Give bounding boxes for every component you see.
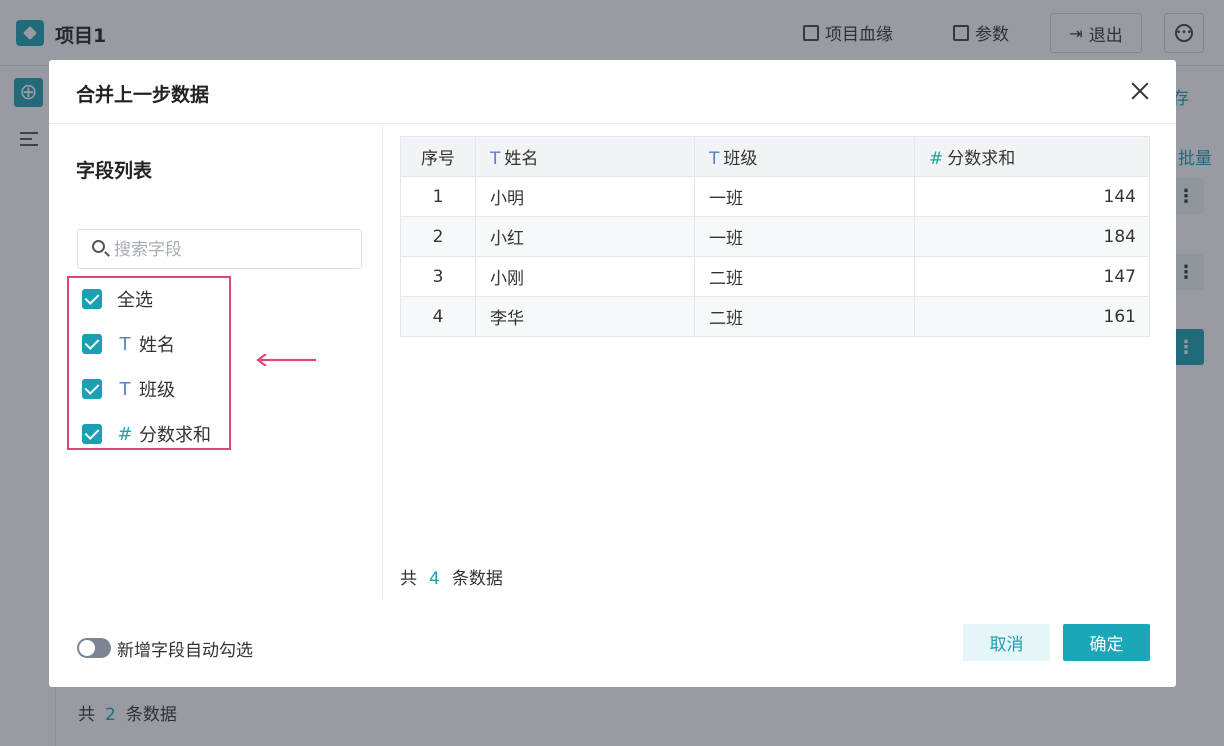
auto-select-label: 新增字段自动勾选 [117, 641, 253, 661]
field-checkbox[interactable] [82, 334, 102, 354]
select-all-checkbox[interactable] [82, 289, 102, 309]
table-cell: 3 [400, 256, 476, 297]
table-cell: 一班 [694, 216, 915, 257]
table-row: 1 小明 一班 144 [400, 176, 1150, 217]
select-all-label: 全选 [117, 290, 153, 311]
table-cell: 小明 [475, 176, 695, 217]
row-count: 共 4 条数据 [400, 564, 503, 589]
text-type-icon: T [490, 149, 501, 169]
column-header-index: 序号 [400, 136, 476, 177]
column-header-name: T 姓名 [475, 136, 695, 177]
table-cell: 小刚 [475, 256, 695, 297]
table-cell: 147 [914, 256, 1150, 297]
table-cell: 161 [914, 296, 1150, 337]
field-row-class[interactable]: T 班级 [82, 376, 175, 402]
field-checkbox[interactable] [82, 379, 102, 399]
row-count-suffix: 条数据 [451, 569, 503, 589]
column-header-label: 分数求和 [947, 149, 1016, 169]
table-cell: 小红 [475, 216, 695, 257]
search-icon [92, 240, 105, 253]
text-type-icon: T [119, 333, 131, 355]
table-cell: 184 [914, 216, 1150, 257]
column-header-label: 序号 [421, 149, 455, 169]
field-label: 分数求和 [139, 425, 211, 446]
table-cell: 一班 [694, 176, 915, 217]
number-type-icon: # [117, 423, 133, 445]
table-cell: 2 [400, 216, 476, 257]
row-count-prefix: 共 [400, 569, 417, 589]
search-input[interactable] [114, 238, 354, 262]
table-row: 4 李华 二班 161 [400, 296, 1150, 337]
field-label: 班级 [139, 380, 175, 401]
table-cell: 二班 [694, 256, 915, 297]
table-cell: 4 [400, 296, 476, 337]
table-header-row: 序号 T 姓名 T 班级 # 分数求和 [400, 136, 1150, 177]
close-icon[interactable] [1129, 80, 1151, 102]
number-type-icon: # [929, 149, 944, 169]
column-header-class: T 班级 [694, 136, 915, 177]
dialog-header: 合并上一步数据 [49, 60, 1176, 124]
row-count-value: 4 [429, 569, 440, 589]
field-checkbox[interactable] [82, 424, 102, 444]
left-arrow-annotation-icon [256, 354, 316, 366]
confirm-button[interactable]: 确定 [1063, 624, 1150, 661]
merge-data-dialog: 合并上一步数据 字段列表 全选 T 姓名 T 班级 # 分数求和 [49, 60, 1176, 687]
field-list-panel: 字段列表 全选 T 姓名 T 班级 # 分数求和 [49, 124, 383, 661]
auto-select-toggle[interactable] [77, 638, 111, 658]
search-field [77, 229, 362, 269]
field-list-heading: 字段列表 [76, 160, 153, 182]
table-cell: 李华 [475, 296, 695, 337]
text-type-icon: T [709, 149, 720, 169]
data-preview-table: 序号 T 姓名 T 班级 # 分数求和 1 小明 一班 144 2 小红 一班 184 [400, 136, 1150, 337]
select-all-row[interactable]: 全选 [82, 286, 153, 312]
field-label: 姓名 [139, 335, 175, 356]
column-header-label: 班级 [723, 149, 758, 169]
column-header-label: 姓名 [504, 149, 539, 169]
table-row: 3 小刚 二班 147 [400, 256, 1150, 297]
column-header-score-sum: # 分数求和 [914, 136, 1150, 177]
table-cell: 二班 [694, 296, 915, 337]
text-type-icon: T [119, 378, 131, 400]
field-row-score-sum[interactable]: # 分数求和 [82, 421, 211, 447]
dialog-title: 合并上一步数据 [76, 84, 210, 106]
table-cell: 1 [400, 176, 476, 217]
data-preview-table-wrap: 序号 T 姓名 T 班级 # 分数求和 1 小明 一班 144 2 小红 一班 184 [400, 136, 1150, 337]
table-cell: 144 [914, 176, 1150, 217]
cancel-button[interactable]: 取消 [963, 624, 1050, 661]
field-row-name[interactable]: T 姓名 [82, 331, 175, 357]
table-row: 2 小红 一班 184 [400, 216, 1150, 257]
